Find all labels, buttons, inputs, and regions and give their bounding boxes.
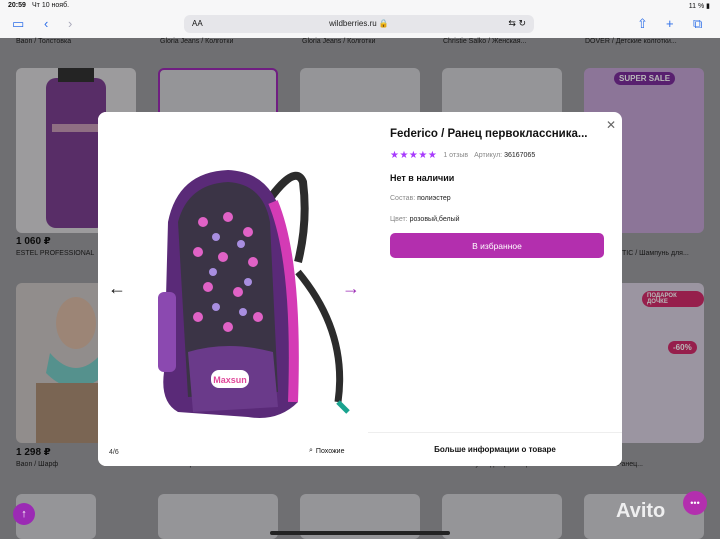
url-bar[interactable]: AA wildberries.ru 🔒 ⇆ ↻ — [184, 15, 534, 33]
article-number: 36167065 — [504, 152, 536, 159]
backpack-image: Maxsun — [158, 170, 350, 418]
rating-row: ★★★★★ 1 отзыв Артикул: 36167065 — [390, 150, 535, 161]
color-value: розовый,белый — [409, 216, 460, 223]
scroll-up-button[interactable]: ↑ — [13, 503, 35, 525]
product-title-main[interactable]: Federico / Ранец первоклассника... — [390, 128, 610, 140]
rating-stars-icon: ★★★★★ — [390, 150, 438, 161]
add-to-favorites-button[interactable]: В избранное — [390, 233, 604, 258]
reviews-count[interactable]: 1 отзыв — [443, 152, 468, 159]
brand-logo-text: Maxsun — [213, 375, 247, 385]
similar-button[interactable]: ⌕ Похожие — [304, 442, 362, 460]
browser-toolbar: ▭ ‹ › AA wildberries.ru 🔒 ⇆ ↻ ⇧ + ⧉ — [0, 12, 720, 38]
sidebar-icon[interactable]: ▭ — [12, 17, 24, 31]
home-indicator — [270, 531, 450, 535]
article-label: Артикул: — [474, 152, 503, 159]
new-tab-icon[interactable]: + — [666, 17, 674, 31]
url-actions[interactable]: ⇆ ↻ — [508, 18, 526, 29]
quick-view-modal: Maxsun ← → 4/6 ⌕ Похожие ✕ Federico / Ра… — [98, 112, 622, 466]
color-row: Цвет: розовый,белый — [390, 216, 460, 223]
similar-search-icon: ⌕ — [309, 447, 313, 454]
status-date: Чт 10 нояб. — [32, 2, 70, 9]
status-bar: 20:59 Чт 10 нояб. 11 % ▮ — [0, 0, 720, 12]
forward-icon[interactable]: › — [68, 17, 72, 31]
gallery-next-arrow[interactable]: → — [342, 278, 360, 299]
stock-status: Нет в наличии — [390, 173, 455, 183]
battery-indicator: 11 % ▮ — [688, 3, 710, 10]
similar-label: Похожие — [315, 447, 345, 455]
more-info-button[interactable]: Больше информации о товаре — [368, 432, 622, 466]
image-gallery: Maxsun ← → 4/6 ⌕ Похожие — [98, 112, 368, 466]
url-text: wildberries.ru 🔒 — [329, 19, 389, 28]
gallery-prev-arrow[interactable]: ← — [108, 278, 126, 299]
status-time: 20:59 — [8, 2, 26, 9]
share-icon[interactable]: ⇧ — [637, 17, 648, 31]
chat-button[interactable]: ••• — [683, 491, 707, 515]
avito-watermark: Avito — [616, 500, 666, 522]
back-icon[interactable]: ‹ — [44, 17, 48, 31]
image-counter: 4/6 — [109, 449, 119, 456]
composition-value: полиэстер — [417, 195, 451, 202]
product-info: ✕ Federico / Ранец первоклассника... ★★★… — [390, 112, 622, 466]
composition-row: Состав: полиэстер — [390, 195, 451, 202]
tabs-icon[interactable]: ⧉ — [693, 17, 702, 31]
